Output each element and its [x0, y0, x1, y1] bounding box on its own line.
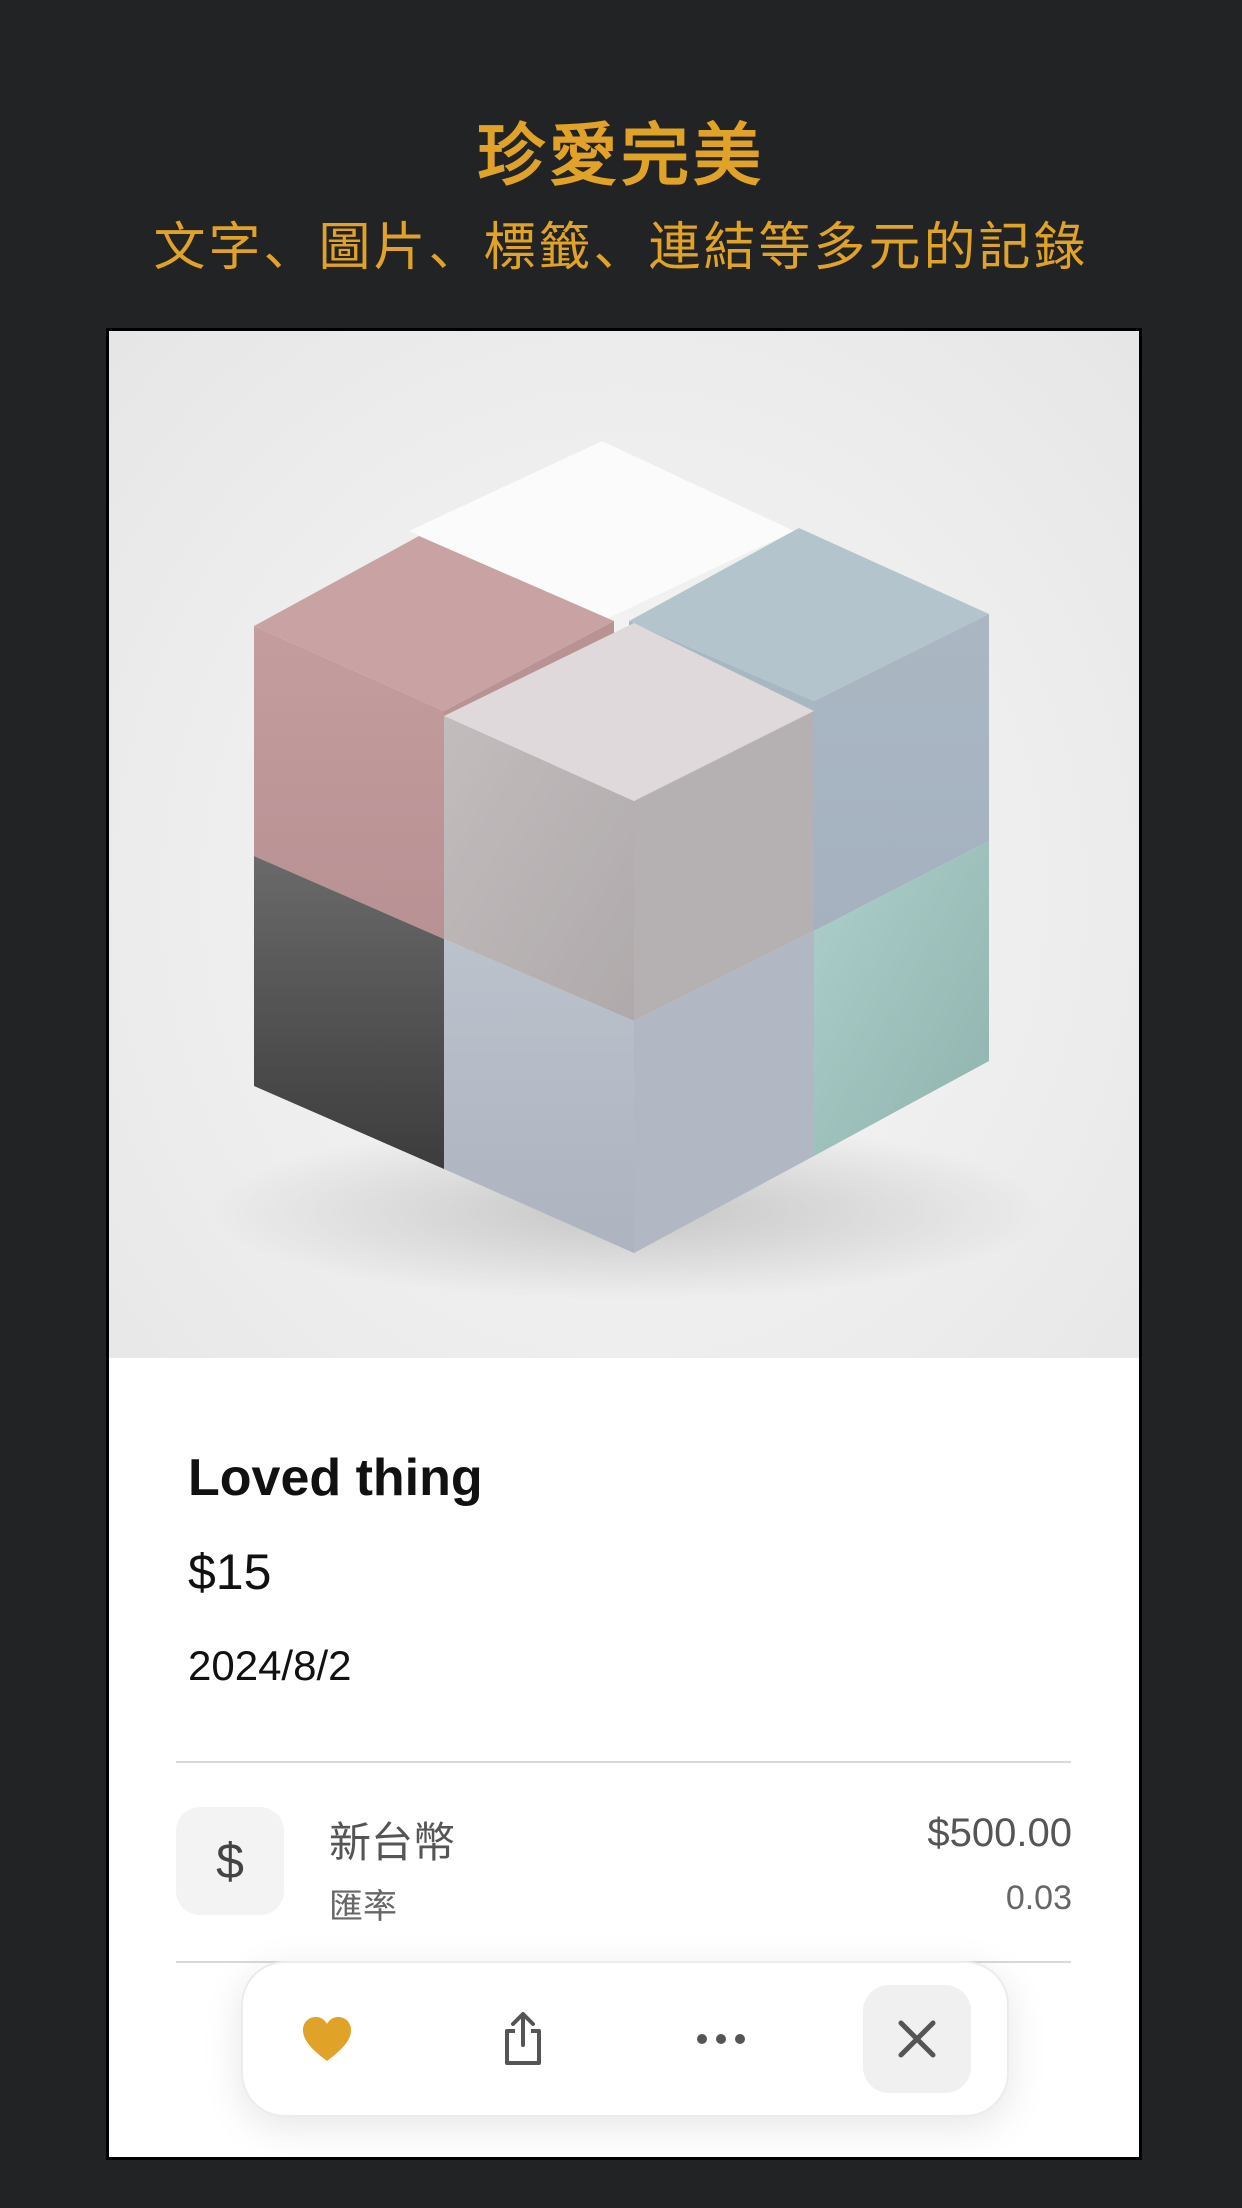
- heart-icon: [303, 2017, 351, 2061]
- share-icon: [505, 2012, 541, 2065]
- close-button[interactable]: [863, 1985, 971, 2093]
- phone-screen: Loved thing $15 2024/8/2 $ 新台幣 匯率 $500.0…: [106, 328, 1142, 2160]
- currency-name: 新台幣: [329, 1819, 456, 1866]
- item-price: $15: [188, 1544, 272, 1600]
- item-date: 2024/8/2: [188, 1642, 352, 1689]
- promo-subtitle: 文字、圖片、標籤、連結等多元的記錄: [153, 219, 1089, 277]
- action-toolbar: [241, 1961, 1009, 2117]
- favorite-button[interactable]: [273, 1985, 381, 2093]
- currency-amount: $500.00: [927, 1811, 1072, 1855]
- promo-title: 珍愛完美: [476, 118, 765, 194]
- item-photo[interactable]: [109, 331, 1139, 1358]
- ellipsis-icon: [697, 2034, 745, 2044]
- divider: [176, 1761, 1071, 1763]
- dollar-icon: $: [176, 1807, 284, 1915]
- share-button[interactable]: [469, 1985, 577, 2093]
- exchange-rate-value: 0.03: [1005, 1879, 1072, 1917]
- item-title: Loved thing: [188, 1449, 483, 1507]
- close-icon: [898, 2020, 936, 2058]
- exchange-rate-label: 匯率: [329, 1888, 397, 1926]
- more-button[interactable]: [667, 1985, 775, 2093]
- cube-image: [209, 441, 1049, 1301]
